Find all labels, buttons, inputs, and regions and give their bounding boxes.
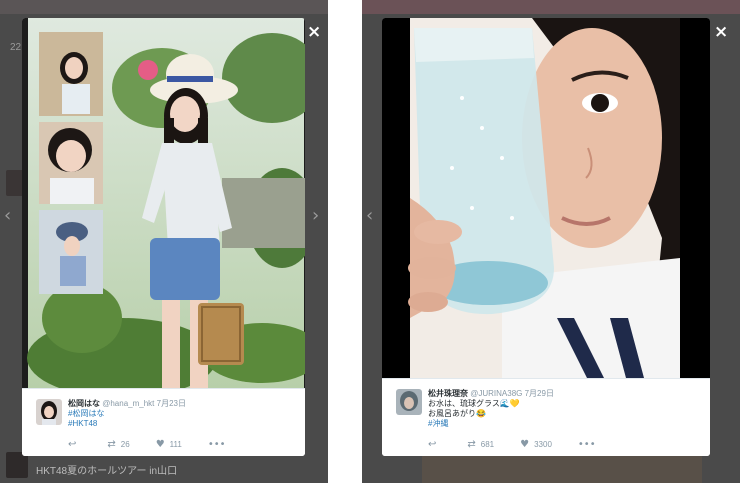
reply-icon: ↩ xyxy=(68,439,77,450)
more-button[interactable]: ••• xyxy=(578,439,601,450)
more-icon: ••• xyxy=(207,439,226,450)
tweet-actions: ↩ ⇄ 26 ♥ 111 ••• xyxy=(68,439,291,450)
background-header xyxy=(362,0,740,14)
retweet-icon: ⇄ xyxy=(107,439,116,450)
user-handle[interactable]: @hana_m_hkt xyxy=(102,399,154,408)
background-photo xyxy=(422,455,702,483)
previous-arrow-icon[interactable]: ‹ xyxy=(366,205,373,226)
tweet-text-line: お風呂あがり😂 xyxy=(428,409,486,418)
reply-icon: ↩ xyxy=(428,439,437,450)
like-count: 3300 xyxy=(534,440,552,449)
tweet-photo[interactable] xyxy=(382,18,710,378)
hashtag-link[interactable]: #松岡はな xyxy=(68,409,291,419)
user-name[interactable]: 松岡はな xyxy=(68,399,100,408)
next-arrow-icon[interactable]: › xyxy=(312,205,319,226)
media-modal: 松岡はな @hana_m_hkt 7月23日 #松岡はな #HKT48 ↩ ⇄ 2… xyxy=(22,18,305,456)
avatar[interactable] xyxy=(36,399,62,425)
like-button[interactable]: ♥ 111 xyxy=(156,439,182,450)
tweet-body: 松井珠理奈 @JURINA38G 7月29日 お水は、琉球グラス🌊💛 お風呂あが… xyxy=(428,389,696,429)
retweet-icon: ⇄ xyxy=(467,439,476,450)
like-button[interactable]: ♥ 3300 xyxy=(520,439,552,450)
heart-icon: ♥ xyxy=(520,439,530,450)
tweet-card: 松井珠理奈 @JURINA38G 7月29日 お水は、琉球グラス🌊💛 お風呂あが… xyxy=(382,378,710,456)
avatar[interactable] xyxy=(396,389,422,415)
previous-arrow-icon[interactable]: ‹ xyxy=(4,205,11,226)
tweet-body: 松岡はな @hana_m_hkt 7月23日 #松岡はな #HKT48 xyxy=(68,399,291,429)
more-icon: ••• xyxy=(577,439,596,450)
right-screenshot: ‹ × 松井珠理奈 @JURINA38G 7月29日 お水は、琉球グラス🌊💛 お… xyxy=(362,0,740,483)
background-tab-count: 22 xyxy=(10,42,22,53)
tweet-text-line: お水は、琉球グラス🌊💛 xyxy=(428,399,520,408)
reply-button[interactable]: ↩ xyxy=(428,439,441,450)
hashtag-link[interactable]: #HKT48 xyxy=(68,419,291,429)
retweet-button[interactable]: ⇄ 681 xyxy=(467,439,494,450)
tweet-header: 松井珠理奈 @JURINA38G 7月29日 xyxy=(428,389,696,399)
tweet-card: 松岡はな @hana_m_hkt 7月23日 #松岡はな #HKT48 ↩ ⇄ 2… xyxy=(22,388,305,456)
close-icon[interactable]: × xyxy=(307,22,321,42)
tweet-photo[interactable] xyxy=(22,18,305,388)
more-button[interactable]: ••• xyxy=(208,439,231,450)
user-handle[interactable]: @JURINA38G xyxy=(470,389,522,398)
reply-button[interactable]: ↩ xyxy=(68,439,81,450)
tweet-header: 松岡はな @hana_m_hkt 7月23日 xyxy=(68,399,291,409)
tweet-date[interactable]: 7月23日 xyxy=(157,399,186,408)
close-icon[interactable]: × xyxy=(714,22,728,42)
like-count: 111 xyxy=(169,440,182,449)
background-bottom-text: HKT48夏のホールツアー in山口 xyxy=(36,466,178,477)
retweet-button[interactable]: ⇄ 26 xyxy=(107,439,129,450)
divider xyxy=(328,0,362,483)
user-name[interactable]: 松井珠理奈 xyxy=(428,389,468,398)
tweet-date[interactable]: 7月29日 xyxy=(525,389,554,398)
left-screenshot: 22 HKT48夏のホールツアー in山口 ‹ › × 松岡はな @hana_m… xyxy=(0,0,362,483)
retweet-count: 26 xyxy=(120,440,130,449)
background-header xyxy=(0,0,362,14)
media-modal: 松井珠理奈 @JURINA38G 7月29日 お水は、琉球グラス🌊💛 お風呂あが… xyxy=(382,18,710,456)
hashtag-link[interactable]: #沖縄 xyxy=(428,419,696,429)
retweet-count: 681 xyxy=(480,440,495,449)
tweet-actions: ↩ ⇄ 681 ♥ 3300 ••• xyxy=(428,439,696,450)
heart-icon: ♥ xyxy=(155,439,165,450)
